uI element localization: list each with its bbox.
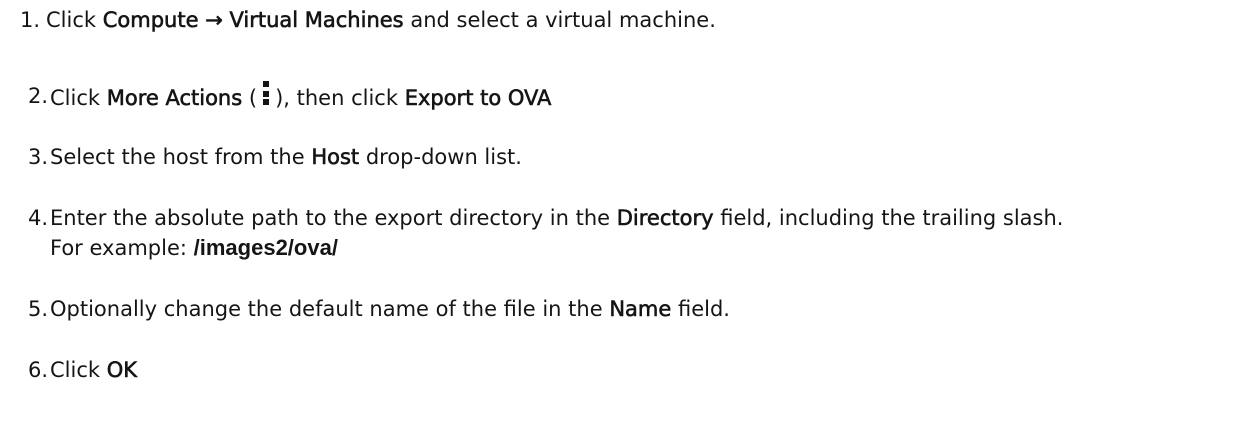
step-number: 4. [27,206,48,230]
step-text: ), then click [275,86,398,110]
open-paren: ( [248,86,258,110]
step-body: Optionally change the default name of th… [50,294,1260,324]
gui-label-more-actions: More Actions [106,86,243,111]
step-text: Click [46,8,97,32]
step-body: Select the host from the Host drop-down … [50,142,1260,172]
step-body: Click OK [50,355,1260,385]
step-number: 5. [27,297,48,321]
gui-label-ok: OK [106,358,138,383]
step-text: field, including the trailing slash. [720,206,1064,230]
step-text: field. [677,297,730,321]
step-number: 1. [19,8,40,32]
step-body: Click More Actions ( ), then click Export… [50,81,1260,113]
step-text: Select the host from the [50,145,305,169]
gui-label-export-to-ova: Export to OVA [404,86,552,111]
gui-label-compute: Compute [102,8,199,33]
example-line: For example: /images2/ova/ [50,233,1260,263]
gui-label-virtual-machines: Virtual Machines [229,8,404,33]
step-text: Click [50,358,101,382]
step-number: 3. [27,145,48,169]
step-number: 6. [27,358,48,382]
example-path: /images2/ova/ [193,235,338,260]
gui-label-directory: Directory [616,206,714,231]
step-text: and select a virtual machine. [410,8,716,32]
step-text: Enter the absolute path to the export di… [50,206,611,230]
step-body: Enter the absolute path to the export di… [50,203,1260,263]
more-actions-kebab-icon [261,81,271,107]
step-text: Optionally change the default name of th… [50,297,603,321]
step-number: 2. [27,84,48,108]
menu-arrow: → [205,8,223,33]
procedure-steps: 1. Click Compute → Virtual Machines and … [0,0,1260,428]
gui-label-host: Host [311,145,360,170]
gui-label-name: Name [609,297,672,322]
step-text: Click [50,86,101,110]
example-label: For example: [50,236,187,260]
step-body: Click Compute → Virtual Machines and sel… [46,5,1260,35]
step-text: drop-down list. [365,145,522,169]
